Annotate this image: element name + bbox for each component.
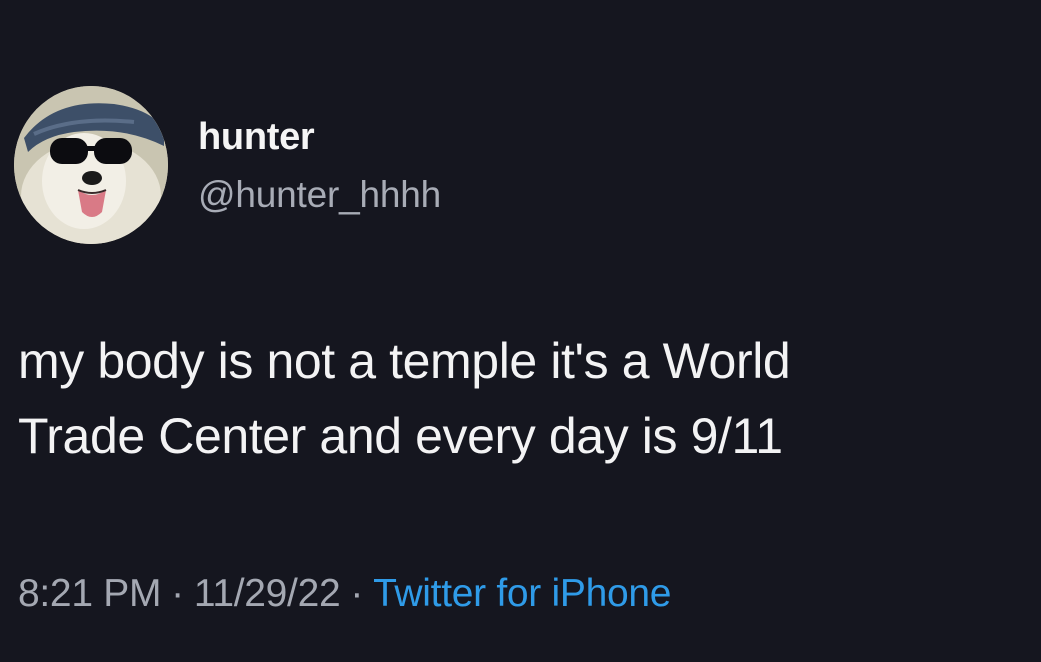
meta-separator: ·: [350, 572, 364, 615]
meta-separator: ·: [171, 572, 184, 615]
author-handle[interactable]: @hunter_hhhh: [198, 174, 441, 216]
tweet-date[interactable]: 11/29/22: [194, 572, 341, 615]
dog-avatar-icon: [14, 86, 168, 244]
tweet-text-line: Trade Center and every day is 9/11: [18, 408, 783, 464]
author-display-name[interactable]: hunter: [198, 116, 315, 159]
avatar[interactable]: [14, 86, 168, 244]
tweet-time[interactable]: 8:21 PM: [18, 572, 161, 615]
tweet-card: hunter @hunter_hhhh my body is not a tem…: [0, 0, 1041, 662]
tweet-text: my body is not a temple it's a World Tra…: [18, 324, 1033, 474]
tweet-source-link[interactable]: Twitter for iPhone: [373, 572, 671, 615]
tweet-meta: 8:21 PM · 11/29/22 · Twitter for iPhone: [18, 572, 671, 616]
tweet-text-line: my body is not a temple it's a World: [18, 333, 791, 389]
